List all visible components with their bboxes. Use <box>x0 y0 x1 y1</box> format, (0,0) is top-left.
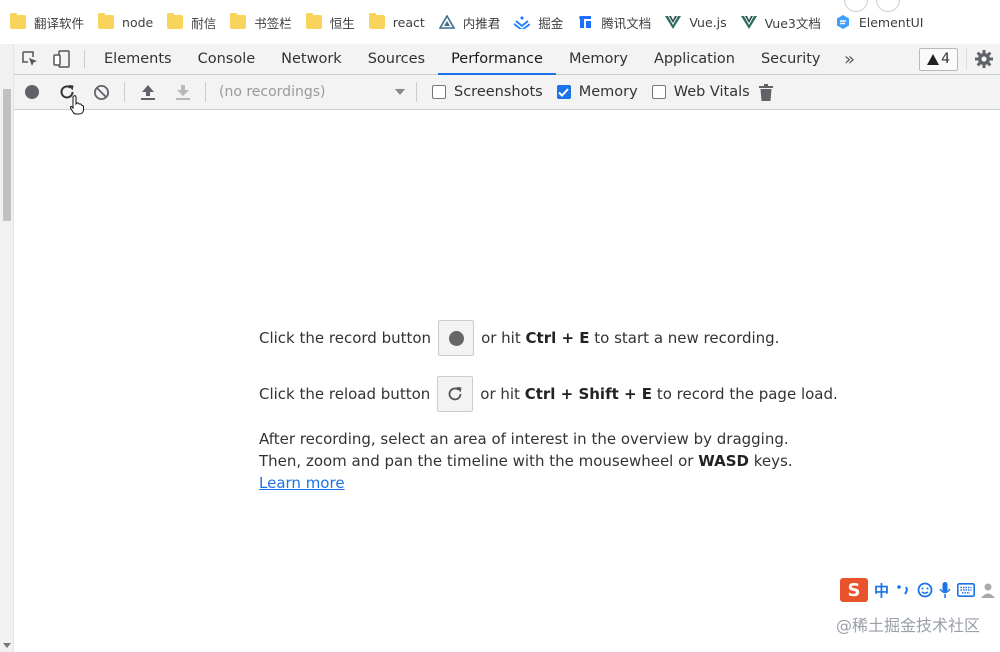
ime-mode[interactable]: 中 <box>874 580 889 601</box>
microphone-icon[interactable] <box>939 582 951 598</box>
checkbox-unchecked[interactable] <box>651 85 666 99</box>
landing-record-button[interactable] <box>438 320 475 356</box>
tab-elements[interactable]: Elements <box>91 44 185 74</box>
settings-button[interactable] <box>966 48 1000 70</box>
user-icon[interactable] <box>981 582 996 598</box>
more-tabs-button[interactable]: » <box>834 44 866 74</box>
clear-button[interactable] <box>84 75 119 110</box>
upload-icon <box>140 84 155 100</box>
divider <box>416 82 417 102</box>
inspect-icon <box>22 51 37 66</box>
memory-checkbox[interactable]: Memory <box>556 84 638 100</box>
ime-toolbar: S 中 <box>838 577 1000 603</box>
window-controls <box>844 0 900 12</box>
load-profile-button[interactable] <box>130 75 165 110</box>
folder-icon <box>98 13 115 29</box>
watermark: @稀土掘金技术社区 <box>835 616 980 635</box>
landing-reload-button[interactable] <box>437 376 474 412</box>
bookmark-fanyi[interactable]: 翻译软件 <box>8 8 92 36</box>
bookmark-tencent-docs[interactable]: 腾讯文档 <box>575 8 659 36</box>
trash-icon <box>758 83 773 101</box>
record-dot-icon <box>24 85 39 99</box>
recordings-select[interactable]: (no recordings) <box>211 80 411 104</box>
record-dot-icon <box>448 330 464 346</box>
bookmark-node[interactable]: node <box>96 8 161 36</box>
folder-icon <box>368 13 385 29</box>
record-shortcut: Ctrl + E <box>525 329 590 347</box>
scrollbar-thumb[interactable] <box>3 89 11 221</box>
tab-memory[interactable]: Memory <box>556 44 641 74</box>
warnings-badge[interactable]: 4 <box>919 47 958 71</box>
tencent-docs-icon <box>579 16 592 28</box>
vue-logo-icon <box>665 16 682 29</box>
bookmark-elementui[interactable]: ElementUI <box>833 8 932 36</box>
triangle-logo-icon <box>438 15 455 29</box>
performance-landing-message: Click the record button or hit Ctrl + E … <box>259 320 859 494</box>
juejin-logo-icon <box>514 16 531 29</box>
download-icon <box>175 84 190 100</box>
device-mode-icon <box>53 50 70 68</box>
reload-record-button[interactable] <box>49 75 84 114</box>
page-scrollbar[interactable] <box>0 44 14 652</box>
after-recording-help: After recording, select an area of inter… <box>259 430 793 492</box>
reload-shortcut: Ctrl + Shift + E <box>524 385 653 403</box>
clear-block-icon <box>94 84 109 100</box>
tab-application[interactable]: Application <box>641 44 748 74</box>
screenshots-checkbox[interactable]: Screenshots <box>432 84 543 100</box>
device-toolbar-button[interactable] <box>46 44 78 74</box>
web-vitals-checkbox[interactable]: Web Vitals <box>651 84 750 100</box>
window-control-button[interactable] <box>844 0 868 12</box>
window-control-button[interactable] <box>876 0 900 12</box>
folder-icon <box>10 13 26 29</box>
folder-icon <box>305 13 322 29</box>
bookmark-vue3-docs[interactable]: Vue3文档 <box>739 8 829 36</box>
divider <box>124 82 125 102</box>
folder-icon <box>230 13 247 29</box>
scroll-down-arrow-icon[interactable] <box>3 643 11 648</box>
checkbox-unchecked[interactable] <box>432 85 446 99</box>
learn-more-link[interactable]: Learn more <box>259 474 345 492</box>
tab-sources[interactable]: Sources <box>355 44 438 74</box>
bookmark-vuejs[interactable]: Vue.js <box>663 8 734 36</box>
devtools-tab-bar: Elements Console Network Sources Perform… <box>14 44 1000 75</box>
record-instruction: Click the record button or hit Ctrl + E … <box>259 320 859 356</box>
save-profile-button[interactable] <box>165 75 200 110</box>
tab-network[interactable]: Network <box>268 44 355 74</box>
vue-logo-icon <box>740 16 757 29</box>
divider <box>205 82 206 102</box>
tab-security[interactable]: Security <box>748 44 834 74</box>
bookmarks-bar: 翻译软件 node 耐信 书签栏 恒生 react 内推君 掘金 腾讯文档 Vu… <box>0 0 1000 44</box>
performance-toolbar: (no recordings) Screenshots Memory Web V… <box>14 75 1000 114</box>
record-button[interactable] <box>14 75 49 110</box>
keyboard-icon[interactable] <box>957 583 976 597</box>
hand-cursor-icon <box>70 94 84 114</box>
divider <box>84 50 85 68</box>
punctuation-icon[interactable] <box>895 582 911 598</box>
reload-instruction: Click the reload button or hit Ctrl + Sh… <box>259 376 859 412</box>
inspect-element-button[interactable] <box>14 44 46 74</box>
checkbox-checked[interactable] <box>556 85 571 99</box>
bookmark-react[interactable]: react <box>367 8 433 36</box>
tab-console[interactable]: Console <box>185 44 269 74</box>
element-logo-icon <box>836 15 849 29</box>
tab-performance[interactable]: Performance <box>438 44 556 75</box>
chevron-double-right-icon: » <box>844 48 856 70</box>
chevron-down-icon <box>395 89 405 95</box>
bookmark-neituijun[interactable]: 内推君 <box>437 8 509 36</box>
gear-icon <box>974 50 993 68</box>
bookmark-hengsheng[interactable]: 恒生 <box>304 8 363 36</box>
checkmark-icon <box>558 87 569 97</box>
bookmark-shuqianlan[interactable]: 书签栏 <box>228 8 300 36</box>
sogou-logo-icon[interactable]: S <box>840 578 868 602</box>
emoji-icon[interactable] <box>917 582 933 598</box>
warning-triangle-icon <box>927 53 940 65</box>
bookmark-naixin[interactable]: 耐信 <box>165 8 224 36</box>
collect-garbage-button[interactable] <box>754 75 778 110</box>
folder-icon <box>167 13 184 29</box>
bookmark-juejin[interactable]: 掘金 <box>512 8 571 36</box>
reload-icon <box>448 387 462 401</box>
